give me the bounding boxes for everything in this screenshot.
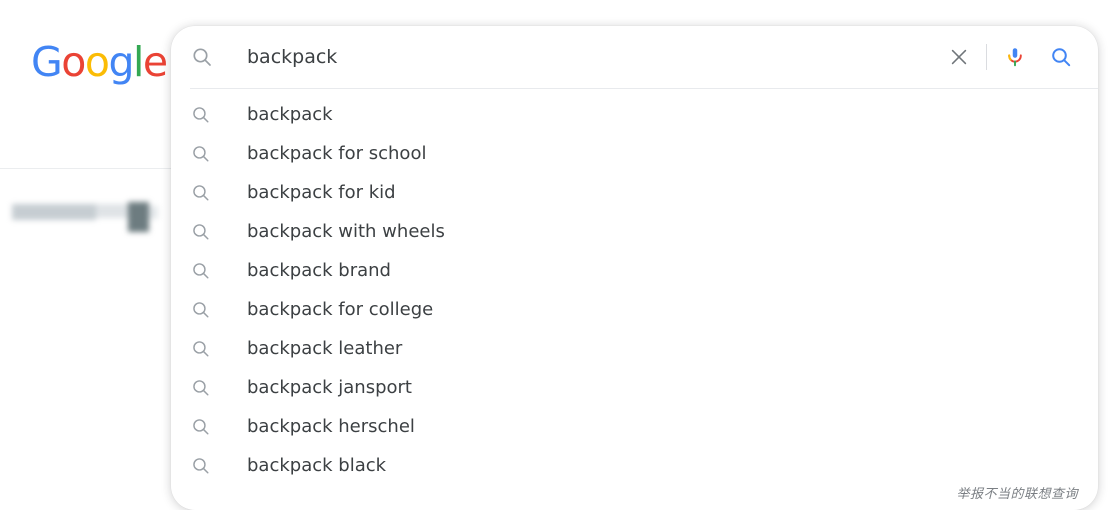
suggestion-item[interactable]: backpack herschel bbox=[171, 407, 1098, 446]
search-input[interactable] bbox=[214, 37, 936, 77]
report-suggestion-note[interactable]: 举报不当的联想查询 bbox=[956, 483, 1078, 502]
suggestion-item[interactable]: backpack for college bbox=[171, 290, 1098, 329]
suggestion-label: backpack herschel bbox=[247, 416, 415, 437]
search-icon bbox=[190, 338, 212, 360]
search-suggestions-panel: backpack backpack for school backpack for … bbox=[171, 26, 1098, 510]
suggestion-item[interactable]: backpack black bbox=[171, 446, 1098, 485]
search-icon bbox=[190, 299, 212, 321]
search-icon bbox=[190, 377, 212, 399]
search-input-row bbox=[171, 26, 1098, 89]
logo-letter-4: l bbox=[133, 38, 144, 86]
redacted-bar-3 bbox=[128, 202, 149, 232]
search-icon bbox=[190, 143, 212, 165]
suggestion-item[interactable]: backpack leather bbox=[171, 329, 1098, 368]
search-icon bbox=[190, 182, 212, 204]
search-icon bbox=[1049, 45, 1073, 69]
suggestion-item[interactable]: backpack with wheels bbox=[171, 212, 1098, 251]
redacted-bar-1 bbox=[12, 204, 96, 220]
logo-letter-3: g bbox=[108, 38, 134, 86]
suggestion-item[interactable]: backpack brand bbox=[171, 251, 1098, 290]
logo-letter-2: o bbox=[84, 38, 110, 86]
suggestion-label: backpack brand bbox=[247, 260, 391, 281]
suggestion-label: backpack bbox=[247, 104, 333, 125]
search-icon bbox=[190, 455, 212, 477]
close-icon bbox=[948, 46, 970, 68]
redacted-bar-4 bbox=[149, 206, 158, 219]
voice-search-button[interactable] bbox=[992, 34, 1038, 80]
google-logo[interactable]: Google bbox=[31, 38, 168, 86]
suggestion-label: backpack with wheels bbox=[247, 221, 445, 242]
background-divider bbox=[0, 168, 172, 169]
search-icon bbox=[190, 45, 214, 69]
search-icon bbox=[190, 260, 212, 282]
search-icon bbox=[190, 104, 212, 126]
suggestion-label: backpack for kid bbox=[247, 182, 396, 203]
suggestion-list: backpack backpack for school backpack for … bbox=[171, 95, 1098, 485]
suggestion-item[interactable]: backpack jansport bbox=[171, 368, 1098, 407]
clear-search-button[interactable] bbox=[936, 34, 982, 80]
input-bottom-divider bbox=[190, 88, 1098, 89]
suggestion-label: backpack for college bbox=[247, 299, 434, 320]
suggestion-label: backpack leather bbox=[247, 338, 403, 359]
suggestion-label: backpack jansport bbox=[247, 377, 412, 398]
redacted-bar-2 bbox=[96, 204, 128, 218]
suggestion-item[interactable]: backpack for kid bbox=[171, 173, 1098, 212]
logo-letter-1: o bbox=[61, 38, 86, 86]
search-icon bbox=[190, 221, 212, 243]
suggestion-label: backpack for school bbox=[247, 143, 427, 164]
microphone-icon bbox=[1003, 45, 1027, 69]
submit-search-button[interactable] bbox=[1038, 34, 1084, 80]
action-divider bbox=[986, 44, 987, 70]
logo-letter-0: G bbox=[31, 38, 63, 86]
search-actions bbox=[936, 37, 1084, 77]
redacted-content-block bbox=[8, 202, 158, 232]
suggestion-item[interactable]: backpack bbox=[171, 95, 1098, 134]
suggestion-item[interactable]: backpack for school bbox=[171, 134, 1098, 173]
search-icon bbox=[190, 416, 212, 438]
suggestion-label: backpack black bbox=[247, 455, 387, 476]
logo-letter-5: e bbox=[142, 38, 168, 86]
